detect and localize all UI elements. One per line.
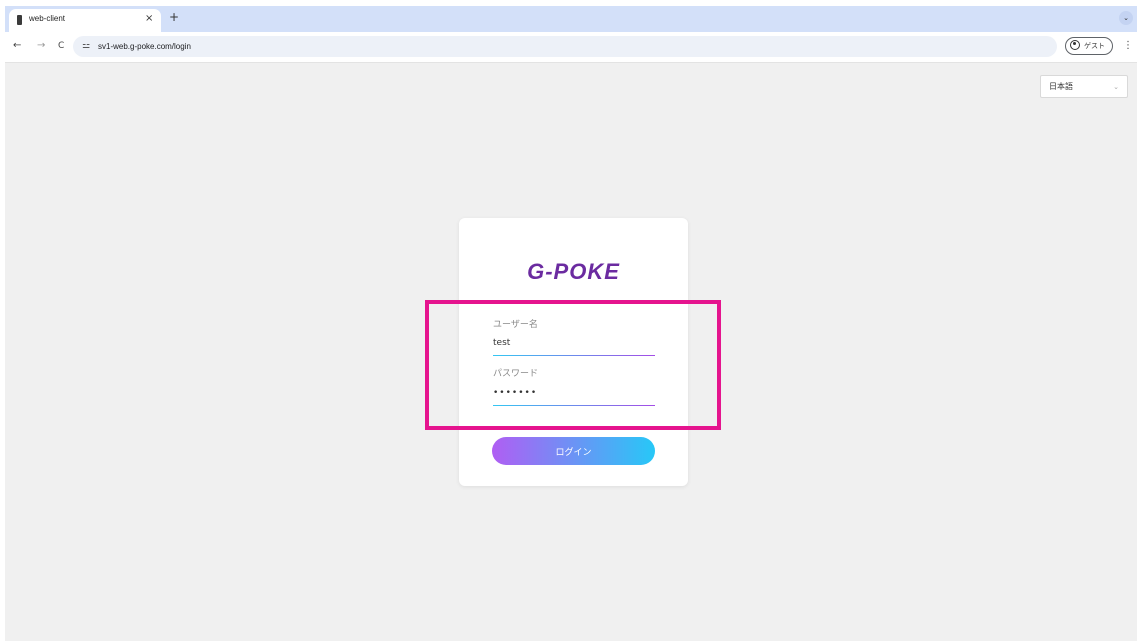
browser-window: web-client × + ⌄ ← → C ⚍ sv1-web.g-poke.… <box>5 6 1137 641</box>
profile-icon <box>1070 40 1080 50</box>
tab-search-icon[interactable]: ⌄ <box>1119 11 1133 25</box>
new-tab-icon[interactable]: + <box>169 10 179 24</box>
back-icon[interactable]: ← <box>13 39 21 53</box>
site-info-icon[interactable]: ⚍ <box>82 40 90 53</box>
tab-strip: web-client × + ⌄ <box>5 6 1137 32</box>
username-underline <box>493 355 655 356</box>
url-text: sv1-web.g-poke.com/login <box>98 42 191 51</box>
profile-label: ゲスト <box>1084 42 1105 50</box>
login-card: G-POKE ユーザー名 パスワード ログイン <box>459 218 688 486</box>
forward-icon[interactable]: → <box>37 39 45 53</box>
tab-web-client[interactable]: web-client × <box>9 9 161 32</box>
login-button[interactable]: ログイン <box>492 437 655 465</box>
menu-icon[interactable]: ⋮ <box>1123 39 1133 53</box>
reload-icon[interactable]: C <box>58 39 64 53</box>
browser-toolbar: ← → C ⚍ sv1-web.g-poke.com/login ゲスト ⋮ <box>5 32 1137 63</box>
password-label: パスワード <box>493 369 539 379</box>
address-bar[interactable]: ⚍ sv1-web.g-poke.com/login <box>73 36 1057 57</box>
username-label: ユーザー名 <box>493 320 538 330</box>
tab-title: web-client <box>29 14 66 23</box>
username-input[interactable] <box>493 335 655 351</box>
favicon-icon <box>17 15 22 25</box>
brand-logo: G-POKE <box>527 259 620 284</box>
password-input[interactable] <box>493 385 655 401</box>
language-value: 日本語 <box>1049 82 1073 91</box>
chevron-down-icon: ⌄ <box>1113 83 1119 91</box>
page-content: 日本語 ⌄ G-POKE ユーザー名 パスワード ログイン <box>5 63 1137 641</box>
profile-button[interactable]: ゲスト <box>1065 37 1113 55</box>
language-select[interactable]: 日本語 ⌄ <box>1040 75 1128 98</box>
password-underline <box>493 405 655 406</box>
close-tab-icon[interactable]: × <box>145 12 153 26</box>
